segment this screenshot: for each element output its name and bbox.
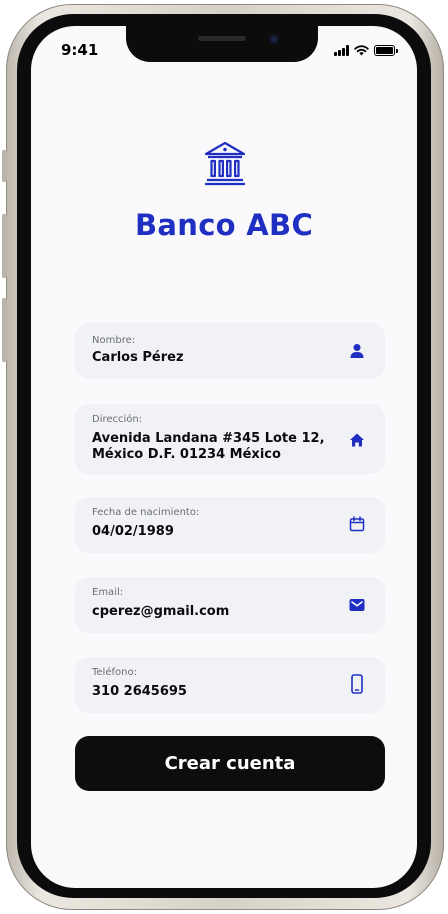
phone-icon xyxy=(351,674,363,694)
address-value-line2: México D.F. 01234 México xyxy=(92,447,281,462)
wifi-icon xyxy=(354,45,369,56)
birthdate-field[interactable]: Fecha de nacimiento: 04/02/1989 xyxy=(75,497,385,553)
phone-label: Teléfono: xyxy=(92,667,137,678)
mail-icon xyxy=(349,599,365,611)
calendar-icon xyxy=(349,516,365,532)
speaker xyxy=(198,36,246,41)
bank-icon xyxy=(204,141,246,186)
volume-down-button xyxy=(2,298,7,362)
volume-up-button xyxy=(2,214,7,278)
email-field[interactable]: Email: cperez@gmail.com xyxy=(75,577,385,633)
create-account-button[interactable]: Crear cuenta xyxy=(75,736,385,791)
front-camera xyxy=(269,34,279,44)
status-time: 9:41 xyxy=(61,41,99,59)
email-value: cperez@gmail.com xyxy=(92,604,230,619)
battery-icon xyxy=(374,45,398,56)
address-field[interactable]: Dirección: Avenida Landana #345 Lote 12,… xyxy=(75,404,385,474)
name-label: Nombre: xyxy=(92,335,136,346)
app-screen: 9:41 Banco ABC Nombre: Carlos Pérez Dire… xyxy=(31,26,417,888)
silent-switch xyxy=(2,150,7,182)
signal-icon xyxy=(334,45,349,56)
name-value: Carlos Pérez xyxy=(92,350,184,365)
address-value-line1: Avenida Landana #345 Lote 12, xyxy=(92,431,325,446)
birthdate-value: 04/02/1989 xyxy=(92,524,174,539)
birthdate-label: Fecha de nacimiento: xyxy=(92,507,200,518)
name-field[interactable]: Nombre: Carlos Pérez xyxy=(75,323,385,379)
email-label: Email: xyxy=(92,587,124,598)
user-icon xyxy=(350,344,364,358)
home-icon xyxy=(350,433,364,447)
phone-field[interactable]: Teléfono: 310 2645695 xyxy=(75,657,385,713)
notch xyxy=(126,26,318,62)
phone-value: 310 2645695 xyxy=(92,684,187,699)
address-label: Dirección: xyxy=(92,414,143,425)
status-icons xyxy=(334,44,398,56)
brand-title: Banco ABC xyxy=(134,208,314,242)
